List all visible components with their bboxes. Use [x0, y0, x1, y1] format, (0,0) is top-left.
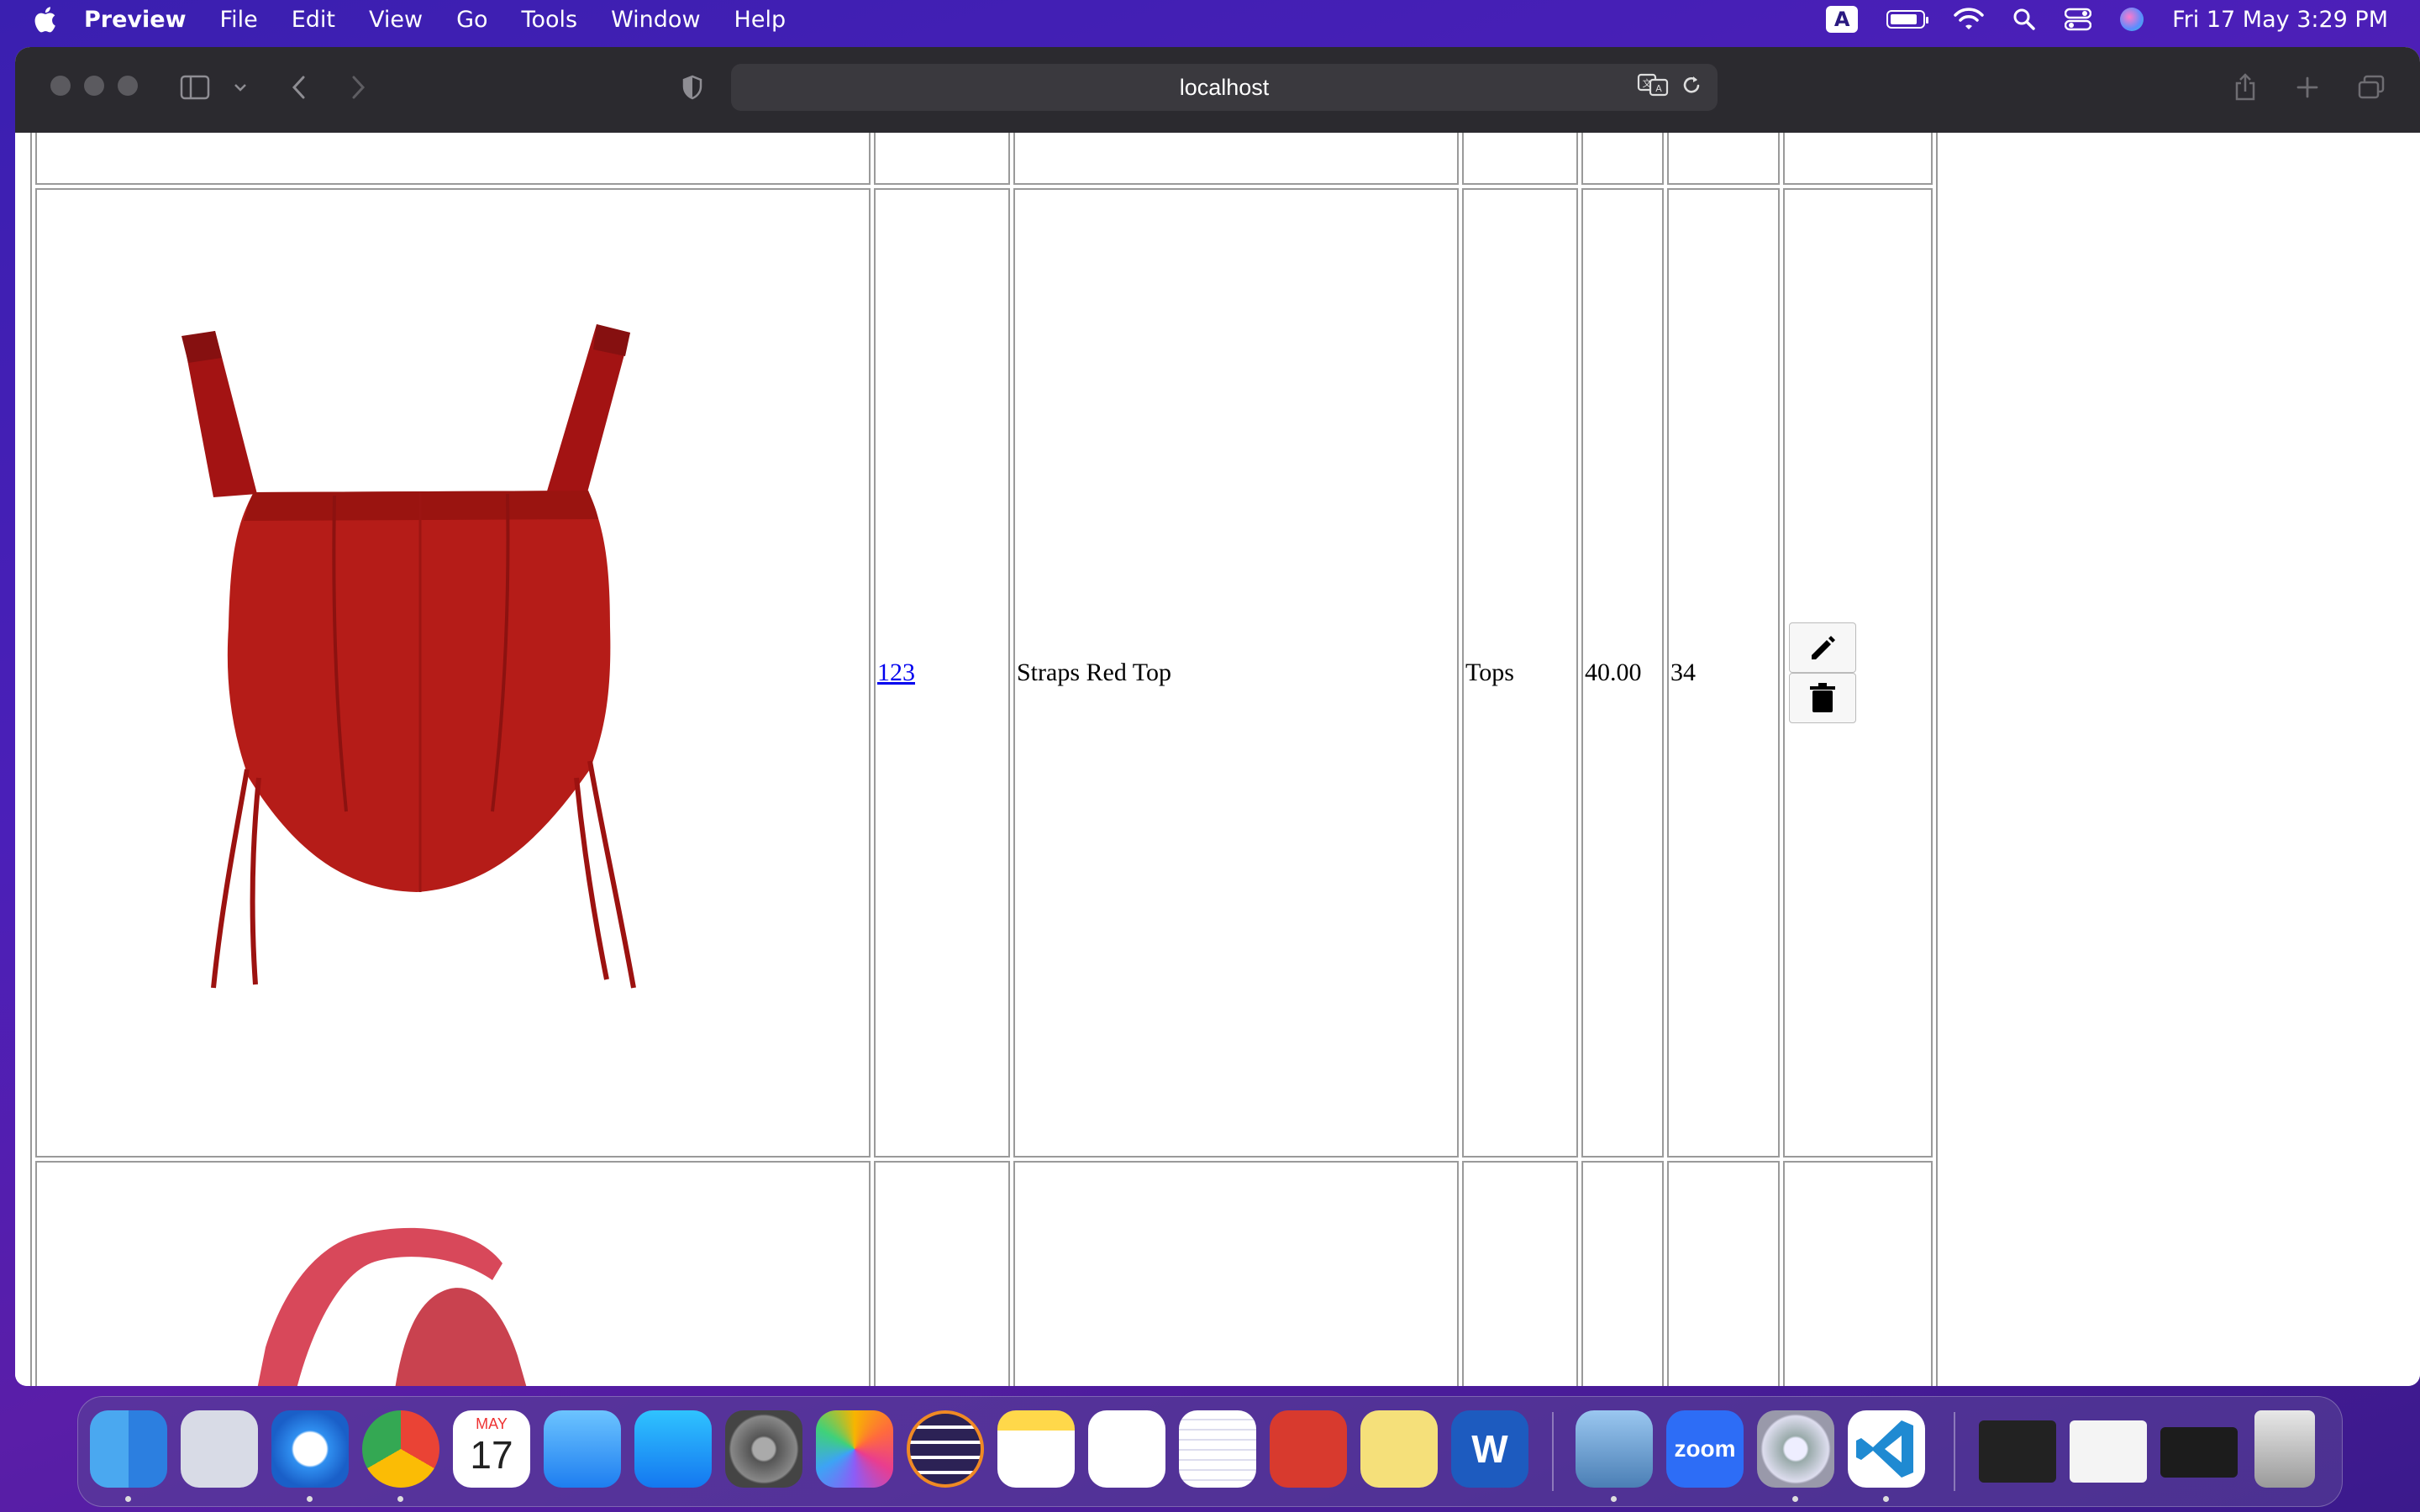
app-store-icon[interactable]	[634, 1410, 712, 1488]
svg-text:A: A	[1655, 83, 1662, 94]
product-actions-cell	[1783, 188, 1933, 1158]
zoom-icon[interactable]: zoom	[1666, 1410, 1744, 1488]
close-window-button[interactable]	[50, 76, 71, 96]
back-button[interactable]	[282, 71, 316, 104]
stickies-icon[interactable]	[1360, 1410, 1438, 1488]
calendar-day: 17	[470, 1433, 513, 1477]
system-settings-icon[interactable]	[725, 1410, 802, 1488]
vscode-logo-icon	[1856, 1420, 1913, 1478]
input-source-badge[interactable]: A	[1826, 6, 1859, 33]
chevron-down-icon[interactable]	[224, 71, 257, 104]
mail-icon[interactable]	[544, 1410, 621, 1488]
safari-icon[interactable]	[271, 1410, 349, 1488]
url-text: localhost	[1179, 74, 1270, 100]
photo-booth-icon[interactable]	[1270, 1410, 1347, 1488]
menu-view[interactable]: View	[369, 7, 423, 33]
spotlight-search-icon[interactable]	[2012, 8, 2036, 31]
address-bar[interactable]: localhost 文A	[731, 64, 1718, 111]
menu-tools[interactable]: Tools	[522, 7, 578, 33]
menubar-clock[interactable]: Fri 17 May 3:29 PM	[2172, 7, 2388, 33]
minimize-window-button[interactable]	[84, 76, 104, 96]
eclipse-icon[interactable]	[907, 1410, 984, 1488]
menu-bar: Preview File Edit View Go Tools Window H…	[0, 0, 2420, 39]
dock-separator	[1552, 1412, 1554, 1491]
browser-window: localhost 文A 123 Straps Red Top Tops 40.…	[15, 47, 2420, 1386]
dock-separator	[1954, 1412, 1955, 1491]
product-id-link[interactable]: 123	[877, 659, 915, 686]
running-indicator	[1611, 1496, 1617, 1502]
menu-app-name[interactable]: Preview	[84, 7, 187, 33]
running-indicator	[307, 1496, 313, 1502]
product-image	[257, 1227, 527, 1386]
table-row	[35, 1161, 1933, 1386]
product-image-cell	[35, 188, 871, 1158]
menu-edit[interactable]: Edit	[292, 7, 335, 33]
delete-button[interactable]	[1789, 673, 1856, 723]
browser-toolbar: localhost 文A	[15, 47, 2420, 134]
svg-text:文: 文	[1643, 77, 1652, 89]
product-category-cell: Tops	[1462, 188, 1578, 1158]
table-row	[35, 133, 1933, 185]
finder-icon[interactable]	[90, 1410, 167, 1488]
table-row: 123 Straps Red Top Tops 40.00 34	[35, 188, 1933, 1158]
launchpad-icon[interactable]	[181, 1410, 258, 1488]
products-table: 123 Straps Red Top Tops 40.00 34	[30, 133, 1938, 1386]
reload-icon[interactable]	[1681, 73, 1702, 97]
pencil-icon	[1812, 636, 1835, 659]
status-area: A Fri 17 May 3:29 PM	[1826, 0, 2388, 39]
product-quantity-cell: 34	[1667, 188, 1780, 1158]
zoom-window-button[interactable]	[118, 76, 138, 96]
control-center-icon[interactable]	[2065, 8, 2092, 31]
photos-icon[interactable]	[816, 1410, 893, 1488]
trash-icon[interactable]	[2254, 1410, 2315, 1488]
product-image	[182, 324, 636, 989]
preview-icon[interactable]	[1576, 1410, 1653, 1488]
running-indicator	[1792, 1496, 1798, 1502]
trash-icon	[1810, 683, 1835, 712]
product-name-cell: Straps Red Top	[1013, 188, 1459, 1158]
sidebar-toggle-icon[interactable]	[178, 71, 212, 104]
share-icon[interactable]	[2228, 71, 2262, 104]
textedit-icon[interactable]	[1179, 1410, 1256, 1488]
dock: MAY 17 W zoom	[77, 1396, 2343, 1507]
menu-window[interactable]: Window	[611, 7, 700, 33]
chrome-icon[interactable]	[362, 1410, 439, 1488]
running-indicator	[397, 1496, 403, 1502]
menu-help[interactable]: Help	[734, 7, 786, 33]
translate-icon[interactable]: 文A	[1637, 72, 1669, 97]
running-indicator	[1883, 1496, 1889, 1502]
privacy-shield-icon[interactable]	[676, 71, 709, 104]
calendar-month: MAY	[476, 1415, 508, 1432]
product-id-cell: 123	[874, 188, 1010, 1158]
new-tab-icon[interactable]	[2291, 71, 2324, 104]
menu-go[interactable]: Go	[456, 7, 487, 33]
recent-window-thumbnail[interactable]	[2160, 1427, 2238, 1478]
product-price-cell: 40.00	[1581, 188, 1664, 1158]
word-icon[interactable]: W	[1451, 1410, 1528, 1488]
notes-icon[interactable]	[997, 1410, 1075, 1488]
product-image-cell	[35, 1161, 871, 1386]
page-content: 123 Straps Red Top Tops 40.00 34	[15, 133, 2420, 1386]
edit-button[interactable]	[1789, 622, 1856, 673]
running-indicator	[125, 1496, 131, 1502]
tab-overview-icon[interactable]	[2354, 71, 2388, 104]
vscode-icon[interactable]	[1848, 1410, 1925, 1488]
recent-window-thumbnail[interactable]	[2070, 1420, 2147, 1483]
freeform-icon[interactable]	[1088, 1410, 1165, 1488]
apple-menu-icon[interactable]	[32, 5, 57, 34]
wifi-icon[interactable]	[1954, 8, 1984, 31]
siri-icon[interactable]	[2120, 8, 2144, 31]
recent-window-thumbnail[interactable]	[1979, 1420, 2056, 1483]
forward-button[interactable]	[341, 71, 375, 104]
battery-icon[interactable]	[1886, 10, 1929, 29]
calendar-icon[interactable]: MAY 17	[453, 1410, 530, 1488]
menu-file[interactable]: File	[220, 7, 258, 33]
settings-icon[interactable]	[1757, 1410, 1834, 1488]
